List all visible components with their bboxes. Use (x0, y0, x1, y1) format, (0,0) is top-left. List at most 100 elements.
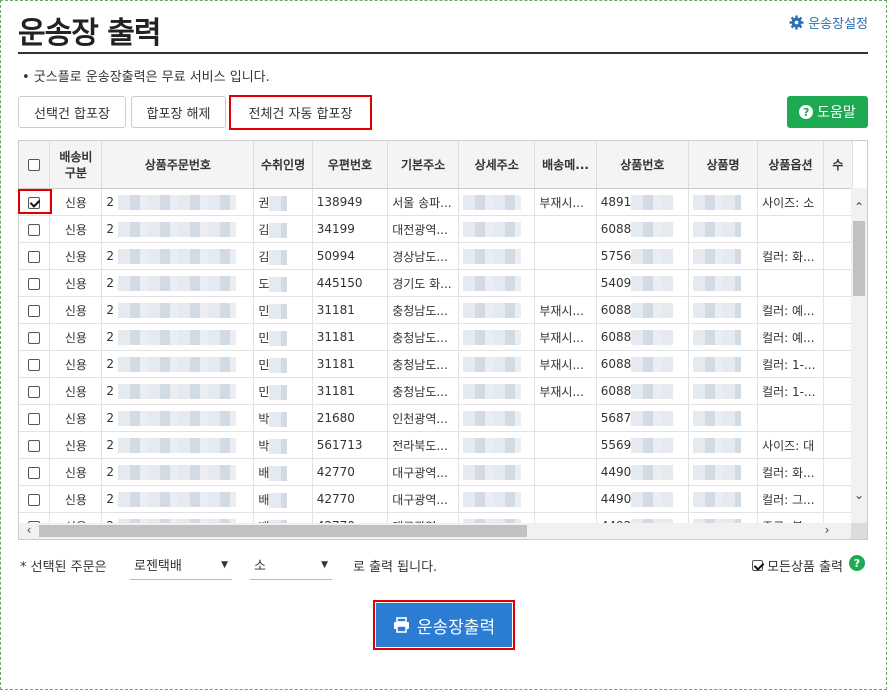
header-product-name[interactable]: 상품명 (688, 141, 759, 189)
redacted-block (269, 249, 288, 265)
checkbox-icon[interactable] (28, 358, 41, 371)
question-circle-icon[interactable]: ? (849, 555, 865, 571)
row-select[interactable] (19, 215, 51, 243)
cell-recipient: 민 (253, 296, 313, 324)
cell-order-number: 2 (101, 188, 255, 216)
recipient-text: 박 (258, 411, 270, 426)
table-row[interactable]: 신용 2 민 31181 충청남도... 부재시... 6088 컬러: 예... (19, 323, 853, 351)
horizontal-scrollbar[interactable]: ‹ › (19, 523, 853, 539)
header-detail-address[interactable]: 상세주소 (458, 141, 536, 189)
table-row[interactable]: 신용 2 박 21680 인천광역... 5687 (19, 404, 853, 432)
vertical-scroll-thumb[interactable] (853, 221, 865, 296)
cell-product-number: 5409 (596, 269, 689, 297)
table-row[interactable]: 신용 2 민 31181 충청남도... 부재시... 6088 컬러: 예... (19, 296, 853, 324)
header-select-all[interactable] (19, 141, 51, 189)
help-button[interactable]: ? 도움말 (787, 96, 868, 128)
vertical-scrollbar[interactable]: ⌃ ⌄ (851, 188, 867, 525)
recipient-text: 민 (258, 303, 270, 318)
row-select[interactable] (19, 242, 51, 270)
row-select[interactable] (19, 350, 51, 378)
cell-quantity (823, 404, 853, 432)
cell-product-number: 6088 (596, 323, 689, 351)
cell-address: 충청남도... (387, 323, 460, 351)
size-select[interactable]: 소 ▼ (250, 550, 332, 580)
table-row[interactable]: 신용 2 도 445150 경기도 화... 5409 (19, 269, 853, 297)
redacted-block (269, 303, 288, 319)
row-select[interactable] (19, 323, 51, 351)
table-row[interactable]: 신용 2 김 34199 대전광역... 6088 (19, 215, 853, 243)
cell-recipient: 권 (253, 188, 313, 216)
row-select[interactable] (19, 458, 51, 486)
checkbox-icon[interactable] (28, 223, 41, 236)
uncombine-button[interactable]: 합포장 해제 (131, 96, 226, 128)
row-select[interactable] (19, 269, 51, 297)
cell-recipient: 민 (253, 323, 313, 351)
cell-product-name (688, 296, 759, 324)
free-service-notice: • 굿스플로 운송장출력은 무료 서비스 입니다. (22, 70, 270, 85)
header-delivery-memo[interactable]: 배송메... (534, 141, 597, 189)
horizontal-scroll-thumb[interactable] (39, 525, 527, 537)
cell-product-number: 6088 (596, 350, 689, 378)
header-recipient[interactable]: 수취인명 (253, 141, 313, 189)
table-row[interactable]: 신용 2 박 561713 전라북도... 5569 사이즈: 대 (19, 431, 853, 459)
print-suffix-label: 로 출력 됩니다. (353, 560, 438, 575)
checkbox-icon[interactable] (28, 277, 41, 290)
cell-quantity (823, 296, 853, 324)
checkbox-icon[interactable] (28, 412, 41, 425)
cell-product-option: 사이즈: 소 (757, 188, 824, 216)
redacted-block (269, 411, 288, 427)
cell-address: 충청남도... (387, 377, 460, 405)
header-zip[interactable]: 우편번호 (312, 141, 389, 189)
cell-quantity (823, 242, 853, 270)
cell-quantity (823, 377, 853, 405)
table-row[interactable]: 신용 2 배 42770 대구광역... 4490 컬러: 그... (19, 485, 853, 513)
recipient-text: 김 (258, 222, 270, 237)
row-select[interactable] (19, 431, 51, 459)
redacted-block (117, 464, 236, 480)
scroll-up-icon[interactable]: ⌃ (851, 200, 867, 214)
redacted-block (692, 302, 741, 318)
scroll-left-icon[interactable]: ‹ (21, 523, 37, 537)
cell-zip: 42770 (312, 485, 389, 513)
table-row[interactable]: 신용 2 김 50994 경상남도... 5756 컬러: 화... (19, 242, 853, 270)
table-row[interactable]: 신용 2 민 31181 충청남도... 부재시... 6088 컬러: 1-... (19, 350, 853, 378)
cell-product-name (688, 215, 759, 243)
settings-link[interactable]: 운송장설정 (789, 13, 868, 32)
header-quantity[interactable]: 수 (823, 141, 853, 189)
redacted-block (463, 329, 522, 345)
header-product-option[interactable]: 상품옵션 (757, 141, 824, 189)
checkbox-icon[interactable] (28, 331, 41, 344)
row-select[interactable] (19, 404, 51, 432)
cell-product-name (688, 323, 759, 351)
cell-fee-type: 신용 (49, 323, 103, 351)
table-row[interactable]: 신용 2 권 138949 서울 송파... 부재시... 4891 사이즈: 소 (19, 188, 853, 216)
checkbox-icon[interactable] (28, 385, 41, 398)
row-select[interactable] (19, 377, 51, 405)
row-select[interactable] (19, 296, 51, 324)
table-row[interactable]: 신용 2 민 31181 충청남도... 부재시... 6088 컬러: 1-... (19, 377, 853, 405)
row-select[interactable] (19, 485, 51, 513)
checkbox-icon[interactable] (28, 159, 41, 171)
redacted-block (117, 329, 236, 345)
order-number-text: 2 (106, 275, 114, 290)
checkbox-icon[interactable] (28, 493, 41, 506)
cell-fee-type: 신용 (49, 377, 103, 405)
redacted-block (463, 356, 522, 372)
checkbox-icon[interactable] (28, 466, 41, 479)
combine-selected-button[interactable]: 선택건 합포장 (18, 96, 126, 128)
header-address[interactable]: 기본주소 (387, 141, 460, 189)
table-row[interactable]: 신용 2 배 42770 대구광역... 4490 컬러: 화... (19, 458, 853, 486)
checkbox-icon[interactable] (28, 250, 41, 263)
scroll-right-icon[interactable]: › (819, 523, 835, 537)
carrier-select[interactable]: 로젠택배 ▼ (130, 550, 232, 580)
header-product-number[interactable]: 상품번호 (596, 141, 689, 189)
header-fee-type[interactable]: 배송비 구분 (49, 141, 103, 189)
header-order-number[interactable]: 상품주문번호 (101, 141, 255, 189)
redacted-block (269, 438, 288, 454)
checkbox-icon[interactable] (28, 304, 41, 317)
scroll-down-icon[interactable]: ⌄ (851, 488, 867, 502)
cell-zip: 50994 (312, 242, 389, 270)
checkbox-icon[interactable] (752, 560, 764, 571)
checkbox-icon[interactable] (28, 439, 41, 452)
all-products-toggle[interactable]: 모든상품 출력 (752, 556, 843, 575)
